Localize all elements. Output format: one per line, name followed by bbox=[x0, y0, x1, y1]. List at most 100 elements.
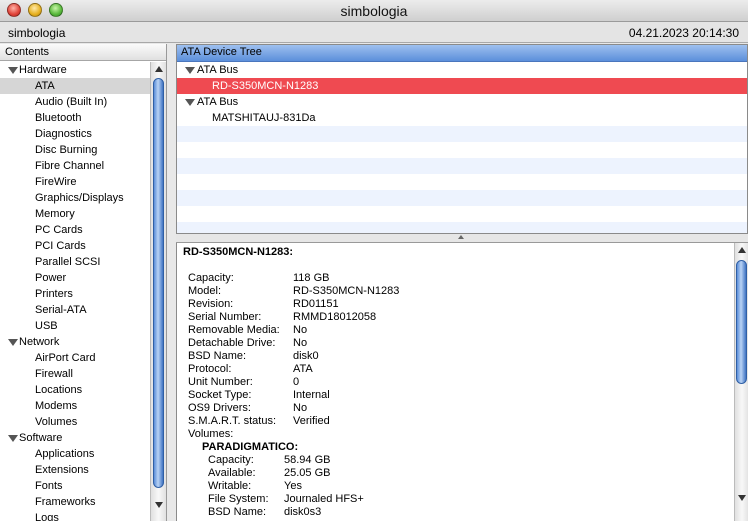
sidebar-item-disc-burning[interactable]: Disc Burning bbox=[0, 142, 150, 158]
property-value: 58.94 GB bbox=[284, 454, 331, 466]
scroll-down-arrow-icon[interactable] bbox=[738, 495, 746, 501]
disclosure-triangle-icon[interactable] bbox=[8, 67, 18, 74]
sidebar-item-extensions[interactable]: Extensions bbox=[0, 462, 150, 478]
property-key: Detachable Drive: bbox=[188, 337, 276, 349]
property-key: OS9 Drivers: bbox=[188, 402, 251, 414]
property-key: Available: bbox=[208, 467, 256, 479]
property-key: Socket Type: bbox=[188, 389, 252, 401]
scroll-down-arrow-icon[interactable] bbox=[155, 502, 163, 508]
sidebar-item-ata[interactable]: ATA bbox=[0, 78, 150, 94]
property-value: RD-S350MCN-N1283 bbox=[293, 285, 400, 297]
ata-bus-row[interactable]: ATA Bus bbox=[177, 94, 747, 110]
property-row: Volumes: bbox=[188, 428, 488, 441]
sidebar-item-logs[interactable]: Logs bbox=[0, 510, 150, 521]
property-row: BSD Name: disk0 bbox=[188, 350, 488, 363]
volume-property-row: File System: Journaled HFS+ bbox=[208, 493, 508, 506]
scroll-up-arrow-icon[interactable] bbox=[155, 66, 163, 72]
contents-sidebar: Contents Hardware ATA Audio (Built In) B… bbox=[0, 44, 167, 521]
empty-row bbox=[177, 222, 747, 233]
category-software[interactable]: Software bbox=[0, 430, 150, 446]
sidebar-item-airport-card[interactable]: AirPort Card bbox=[0, 350, 150, 366]
sidebar-item-applications[interactable]: Applications bbox=[0, 446, 150, 462]
property-value: No bbox=[293, 337, 308, 349]
sidebar-item-usb[interactable]: USB bbox=[0, 318, 150, 334]
property-key: Writable: bbox=[208, 480, 252, 492]
property-row: Model: RD-S350MCN-N1283 bbox=[188, 285, 488, 298]
volume-property-row: Capacity: 58.94 GB bbox=[208, 454, 508, 467]
property-key: Serial Number: bbox=[188, 311, 262, 323]
property-key: Capacity: bbox=[208, 454, 254, 466]
contents-tree: Hardware ATA Audio (Built In) Bluetooth … bbox=[0, 62, 150, 521]
device-tree-header[interactable]: ATA Device Tree bbox=[177, 45, 747, 62]
sidebar-item-graphics-displays[interactable]: Graphics/Displays bbox=[0, 190, 150, 206]
property-value: Verified bbox=[293, 415, 330, 427]
device-row[interactable]: MATSHITAUJ-831Da bbox=[177, 110, 747, 126]
sidebar-item-pc-cards[interactable]: PC Cards bbox=[0, 222, 150, 238]
sidebar-item-bluetooth[interactable]: Bluetooth bbox=[0, 110, 150, 126]
device-tree-panel: ATA Device Tree ATA Bus RD-S350MCN-N1283… bbox=[176, 44, 748, 234]
category-network[interactable]: Network bbox=[0, 334, 150, 350]
property-value: disk0 bbox=[293, 350, 319, 362]
property-value: No bbox=[293, 402, 308, 414]
sidebar-item-pci-cards[interactable]: PCI Cards bbox=[0, 238, 150, 254]
disclosure-triangle-icon[interactable] bbox=[185, 67, 195, 74]
sidebar-item-serial-ata[interactable]: Serial-ATA bbox=[0, 302, 150, 318]
details-scrollbar[interactable] bbox=[734, 243, 748, 521]
sidebar-item-volumes[interactable]: Volumes bbox=[0, 414, 150, 430]
sidebar-item-firewall[interactable]: Firewall bbox=[0, 366, 150, 382]
volume-property-row: BSD Name: disk0s3 bbox=[208, 506, 508, 519]
property-row: Protocol: ATA bbox=[188, 363, 488, 376]
sidebar-item-modems[interactable]: Modems bbox=[0, 398, 150, 414]
sidebar-item-memory[interactable]: Memory bbox=[0, 206, 150, 222]
property-value: Journaled HFS+ bbox=[284, 493, 364, 505]
scroll-up-arrow-icon[interactable] bbox=[738, 247, 746, 253]
category-hardware[interactable]: Hardware bbox=[0, 62, 150, 78]
sidebar-scrollbar[interactable] bbox=[150, 62, 166, 521]
ata-bus-row[interactable]: ATA Bus bbox=[177, 62, 747, 78]
empty-row bbox=[177, 190, 747, 206]
empty-row bbox=[177, 158, 747, 174]
property-key: Capacity: bbox=[188, 272, 234, 284]
property-value: 25.05 GB bbox=[284, 467, 331, 479]
details-panel: RD-S350MCN-N1283: Capacity: 118 GB Model:… bbox=[176, 243, 748, 521]
property-value: Yes bbox=[284, 480, 302, 492]
property-row: OS9 Drivers: No bbox=[188, 402, 488, 415]
disclosure-triangle-icon[interactable] bbox=[8, 435, 18, 442]
disclosure-triangle-icon[interactable] bbox=[8, 339, 18, 346]
sidebar-item-locations[interactable]: Locations bbox=[0, 382, 150, 398]
sidebar-item-fibre-channel[interactable]: Fibre Channel bbox=[0, 158, 150, 174]
sidebar-item-frameworks[interactable]: Frameworks bbox=[0, 494, 150, 510]
property-value: Internal bbox=[293, 389, 330, 401]
info-bar: simbologia 04.21.2023 20:14:30 bbox=[0, 22, 748, 43]
volume-property-row: Available: 25.05 GB bbox=[208, 467, 508, 480]
sidebar-item-printers[interactable]: Printers bbox=[0, 286, 150, 302]
contents-header: Contents bbox=[0, 44, 166, 61]
property-row: Capacity: 118 GB bbox=[188, 272, 488, 285]
scroll-thumb[interactable] bbox=[153, 78, 164, 488]
scroll-thumb[interactable] bbox=[736, 260, 747, 384]
split-view-divider[interactable] bbox=[176, 234, 748, 243]
device-row-selected[interactable]: RD-S350MCN-N1283 bbox=[177, 78, 747, 94]
property-key: File System: bbox=[208, 493, 269, 505]
sidebar-item-fonts[interactable]: Fonts bbox=[0, 478, 150, 494]
property-value: 118 GB bbox=[293, 272, 330, 284]
disclosure-triangle-icon[interactable] bbox=[185, 99, 195, 106]
divider-grip-icon[interactable] bbox=[458, 235, 464, 239]
property-key: Removable Media: bbox=[188, 324, 280, 336]
machine-name: simbologia bbox=[8, 26, 66, 40]
empty-row bbox=[177, 174, 747, 190]
property-row: Removable Media: No bbox=[188, 324, 488, 337]
details-title: RD-S350MCN-N1283: bbox=[183, 246, 294, 258]
property-value: 0 bbox=[293, 376, 300, 388]
sidebar-item-parallel-scsi[interactable]: Parallel SCSI bbox=[0, 254, 150, 270]
sidebar-item-power[interactable]: Power bbox=[0, 270, 150, 286]
sidebar-item-firewire[interactable]: FireWire bbox=[0, 174, 150, 190]
title-bar: simbologia bbox=[0, 0, 748, 22]
empty-row bbox=[177, 142, 747, 158]
volume-property-row: Writable: Yes bbox=[208, 480, 508, 493]
property-value: disk0s3 bbox=[284, 506, 322, 518]
category-label: Network bbox=[19, 336, 60, 348]
sidebar-item-diagnostics[interactable]: Diagnostics bbox=[0, 126, 150, 142]
bus-label: ATA Bus bbox=[197, 64, 239, 76]
sidebar-item-audio[interactable]: Audio (Built In) bbox=[0, 94, 150, 110]
